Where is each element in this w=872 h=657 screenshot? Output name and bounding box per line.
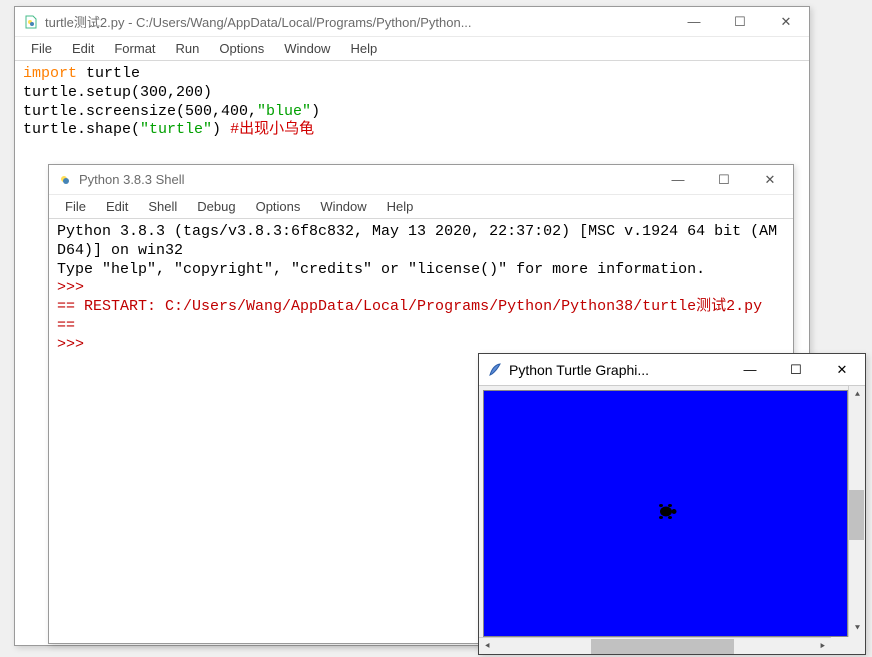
- minimize-button[interactable]: —: [655, 165, 701, 194]
- python-file-icon: [23, 14, 39, 30]
- menu-file[interactable]: File: [55, 197, 96, 216]
- menu-options[interactable]: Options: [246, 197, 311, 216]
- comment: #出现小乌龟: [230, 121, 314, 138]
- close-button[interactable]: ✕: [747, 165, 793, 194]
- menu-edit[interactable]: Edit: [96, 197, 138, 216]
- prompt: >>>: [57, 336, 93, 353]
- maximize-button[interactable]: ☐: [701, 165, 747, 194]
- menu-options[interactable]: Options: [209, 39, 274, 58]
- menu-help[interactable]: Help: [340, 39, 387, 58]
- menu-edit[interactable]: Edit: [62, 39, 104, 58]
- turtle-title: Python Turtle Graphi...: [509, 362, 727, 378]
- keyword-import: import: [23, 65, 77, 82]
- string-turtle: "turtle": [140, 121, 212, 138]
- editor-title: turtle测试2.py - C:/Users/Wang/AppData/Loc…: [45, 12, 671, 31]
- vertical-scrollbar[interactable]: ⯅ ⯆: [848, 386, 865, 637]
- scroll-left-icon[interactable]: ⯇: [479, 638, 496, 655]
- scrollbar-thumb[interactable]: [849, 490, 864, 540]
- shell-title: Python 3.8.3 Shell: [79, 172, 655, 187]
- scroll-corner: [848, 637, 865, 654]
- shell-titlebar[interactable]: Python 3.8.3 Shell — ☐ ✕: [49, 165, 793, 195]
- turtle-titlebar[interactable]: Python Turtle Graphi... — ☐ ✕: [479, 354, 865, 386]
- shell-menubar: File Edit Shell Debug Options Window Hel…: [49, 195, 793, 219]
- turtle-cursor-icon: [654, 501, 678, 526]
- menu-run[interactable]: Run: [166, 39, 210, 58]
- feather-icon: [487, 362, 503, 378]
- editor-code-area[interactable]: import turtle turtle.setup(300,200) turt…: [15, 61, 809, 144]
- menu-window[interactable]: Window: [274, 39, 340, 58]
- scroll-right-icon[interactable]: ⯈: [814, 638, 831, 655]
- editor-titlebar[interactable]: turtle测试2.py - C:/Users/Wang/AppData/Loc…: [15, 7, 809, 37]
- minimize-button[interactable]: —: [727, 354, 773, 385]
- restart-line: == RESTART: C:/Users/Wang/AppData/Local/…: [57, 298, 771, 315]
- close-button[interactable]: ✕: [763, 7, 809, 36]
- scroll-down-icon[interactable]: ⯆: [849, 620, 866, 637]
- menu-file[interactable]: File: [21, 39, 62, 58]
- turtle-window: Python Turtle Graphi... — ☐ ✕: [478, 353, 866, 655]
- menu-debug[interactable]: Debug: [187, 197, 245, 216]
- horizontal-scrollbar[interactable]: ⯇ ⯈: [479, 637, 831, 654]
- minimize-button[interactable]: —: [671, 7, 717, 36]
- prompt: >>>: [57, 279, 93, 296]
- maximize-button[interactable]: ☐: [773, 354, 819, 385]
- scroll-up-icon[interactable]: ⯅: [849, 386, 866, 403]
- turtle-canvas[interactable]: [483, 390, 848, 637]
- scrollbar-thumb[interactable]: [591, 639, 734, 654]
- string-blue: "blue": [257, 103, 311, 120]
- menu-format[interactable]: Format: [104, 39, 165, 58]
- menu-shell[interactable]: Shell: [138, 197, 187, 216]
- menu-window[interactable]: Window: [310, 197, 376, 216]
- python-shell-icon: [57, 172, 73, 188]
- shell-output-area[interactable]: Python 3.8.3 (tags/v3.8.3:6f8c832, May 1…: [49, 219, 793, 358]
- menu-help[interactable]: Help: [377, 197, 424, 216]
- editor-menubar: File Edit Format Run Options Window Help: [15, 37, 809, 61]
- maximize-button[interactable]: ☐: [717, 7, 763, 36]
- close-button[interactable]: ✕: [819, 354, 865, 385]
